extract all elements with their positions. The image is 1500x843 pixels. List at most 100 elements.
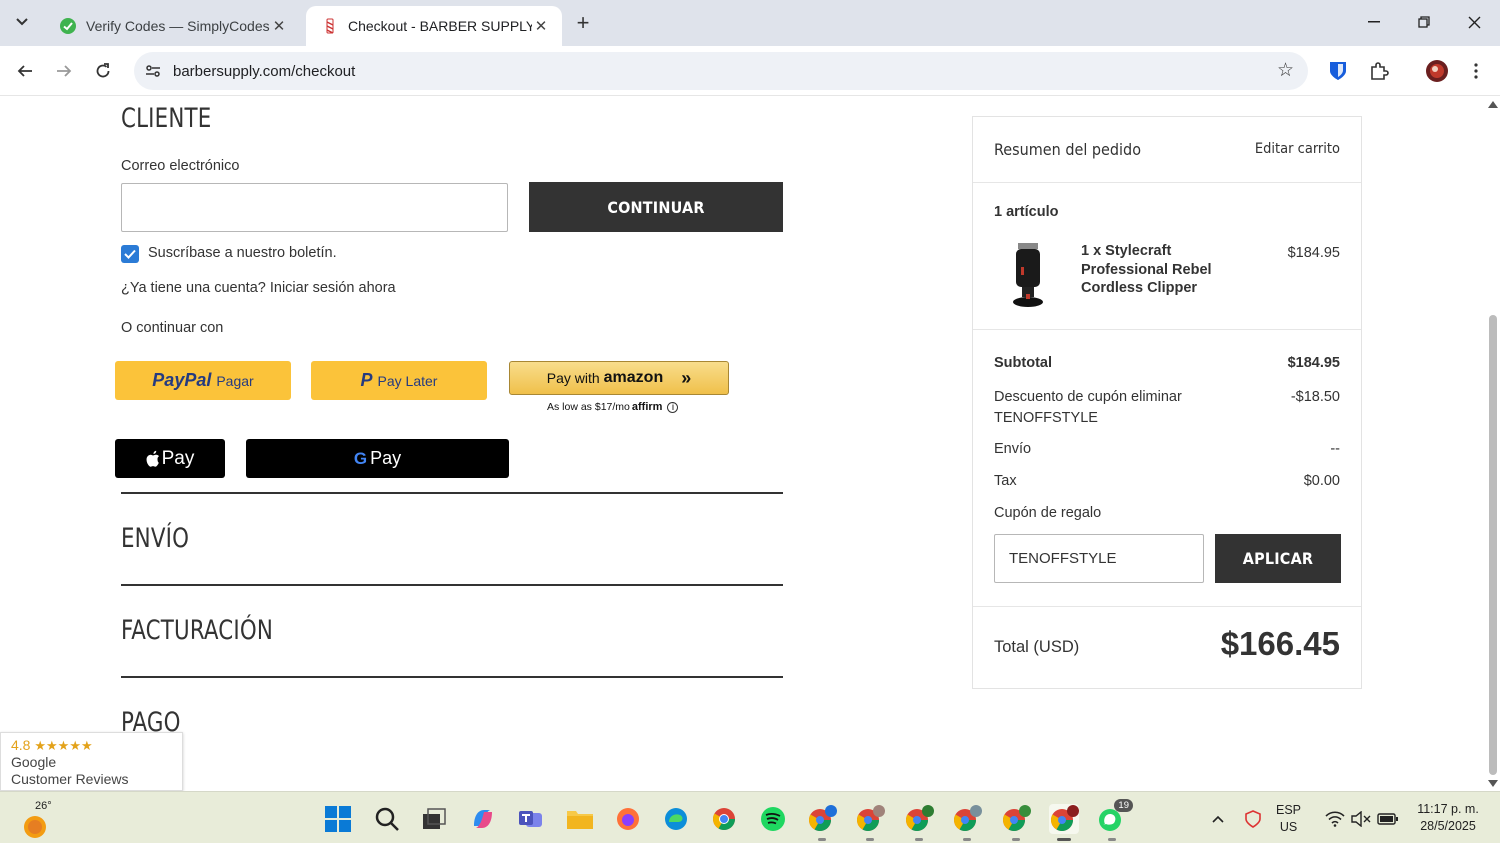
paylater-label: Pay Later [377, 372, 438, 389]
language-code: ESP [1276, 803, 1302, 817]
paypal-button[interactable]: PayPal Pagar [115, 361, 291, 400]
paylater-button[interactable]: P Pay Later [311, 361, 487, 400]
language-indicator[interactable]: ESP US [1276, 802, 1301, 836]
chrome-profile-3-icon[interactable] [904, 804, 934, 841]
apple-pay-button[interactable]: Pay [115, 439, 225, 478]
bitwarden-extension-icon[interactable] [1325, 58, 1351, 84]
discount-label[interactable]: Descuento de cupón eliminar [994, 387, 1340, 408]
item-name: 1 x Stylecraft Professional Rebel Cordle… [1081, 243, 1212, 296]
affirm-promo[interactable]: As low as $17/mo affirm i [547, 401, 679, 413]
battery-charging-icon[interactable] [1373, 804, 1403, 834]
volume-muted-icon[interactable] [1346, 804, 1376, 834]
extensions-puzzle-icon[interactable] [1366, 58, 1392, 84]
chevron-down-icon [16, 18, 28, 26]
paypal-p-icon: P [360, 370, 373, 390]
close-window-button[interactable] [1456, 8, 1492, 36]
amazon-logo: amazon [603, 369, 664, 386]
chrome-profile-k-icon[interactable] [952, 804, 982, 841]
firefox-icon[interactable] [613, 804, 643, 834]
show-hidden-icons-chevron-up-icon[interactable] [1203, 804, 1233, 834]
restore-icon [1418, 16, 1430, 28]
scroll-thumb[interactable] [1489, 315, 1497, 775]
scroll-up-arrow-icon[interactable] [1488, 101, 1498, 108]
site-settings-icon[interactable] [144, 62, 162, 80]
subtotal-value: $184.95 [1287, 355, 1340, 371]
page-scrollbar[interactable] [1486, 97, 1500, 791]
close-tab-icon[interactable]: ✕ [270, 17, 288, 35]
file-explorer-icon[interactable] [565, 804, 595, 834]
new-tab-button[interactable]: + [570, 10, 596, 36]
search-icon[interactable] [372, 804, 402, 834]
email-input[interactable] [121, 183, 508, 232]
copilot-icon[interactable] [468, 804, 498, 834]
running-indicator [1108, 838, 1116, 841]
discount-code: TENOFFSTYLE [994, 410, 1098, 426]
running-indicator [818, 838, 826, 841]
minimize-button[interactable] [1356, 8, 1392, 36]
double-chevron-right-icon: » [681, 367, 692, 388]
google-pay-button[interactable]: G Pay [246, 439, 509, 478]
billing-heading[interactable]: FACTURACIÓN [121, 615, 273, 646]
reload-button[interactable] [88, 56, 118, 86]
edge-icon[interactable] [661, 804, 691, 834]
active-indicator [1057, 838, 1071, 841]
running-indicator [866, 838, 874, 841]
newsletter-label[interactable]: Suscríbase a nuestro boletín. [148, 245, 337, 261]
forward-button[interactable] [49, 56, 79, 86]
shipping-value: -- [1330, 441, 1340, 457]
task-view-icon[interactable] [419, 804, 449, 834]
continue-button[interactable]: CONTINUAR [529, 182, 783, 232]
tab-checkout[interactable]: Checkout - BARBER SUPPLY ✕ [306, 6, 562, 46]
vpn-shield-tray-icon[interactable] [1238, 804, 1268, 834]
weather-temp: 26° [35, 800, 52, 812]
gift-coupon-input[interactable] [994, 534, 1204, 583]
minimize-icon [1368, 21, 1380, 23]
chrome-icon[interactable] [709, 804, 739, 834]
tab-search-button[interactable] [8, 8, 36, 36]
paypal-logo: PayPal [152, 370, 212, 390]
windows-taskbar: 26° 19 ESP US 11:17 p. m. 28/5/2025 [0, 791, 1500, 843]
google-rating-value: 4.8 [11, 737, 31, 753]
amazon-pay-button[interactable]: Pay with amazon » [509, 361, 729, 395]
chrome-profile-2-icon[interactable] [855, 804, 885, 841]
chrome-profile-p-icon[interactable] [1001, 804, 1031, 841]
whatsapp-icon[interactable]: 19 [1097, 799, 1133, 841]
reload-icon [96, 63, 110, 78]
newsletter-checkbox[interactable] [121, 245, 139, 263]
spotify-icon[interactable] [758, 804, 788, 834]
email-label: Correo electrónico [121, 158, 240, 174]
login-prompt-link[interactable]: ¿Ya tiene una cuenta? Iniciar sesión aho… [121, 280, 396, 296]
start-windows-icon[interactable] [323, 804, 353, 834]
google-reviews-badge[interactable]: 4.8 ★★★★★ Google Customer Reviews [0, 732, 183, 791]
running-indicator [963, 838, 971, 841]
tab-simplycodes[interactable]: Verify Codes — SimplyCodes ✕ [44, 6, 300, 46]
customer-heading: CLIENTE [121, 103, 212, 134]
back-button[interactable] [10, 56, 40, 86]
bookmark-star-icon[interactable]: ☆ [1277, 61, 1294, 81]
shipping-heading[interactable]: ENVÍO [121, 523, 189, 554]
chrome-active-profile-icon[interactable] [1049, 804, 1079, 841]
clipper-product-image [1006, 241, 1050, 309]
restore-button[interactable] [1406, 8, 1442, 36]
teams-icon[interactable] [516, 804, 546, 834]
close-tab-icon[interactable]: ✕ [532, 17, 550, 35]
apply-coupon-button[interactable]: APLICAR [1215, 534, 1341, 583]
profile-avatar-icon[interactable] [1424, 58, 1450, 84]
notification-badge: 19 [1114, 799, 1133, 812]
edit-cart-link[interactable]: Editar carrito [1255, 141, 1340, 157]
chrome-profile-c-icon[interactable] [807, 804, 837, 841]
address-bar[interactable]: barbersupply.com/checkout ☆ [134, 52, 1308, 90]
amazon-pay-label: Pay with [546, 370, 600, 386]
clock[interactable]: 11:17 p. m. 28/5/2025 [1408, 801, 1488, 835]
info-icon[interactable]: i [667, 401, 679, 413]
tab-title: Verify Codes — SimplyCodes [86, 18, 270, 34]
gift-coupon-label: Cupón de regalo [994, 505, 1102, 521]
rating-stars: ★★★★★ [34, 738, 93, 753]
subtotal-label: Subtotal [994, 355, 1052, 371]
section-divider [121, 676, 783, 678]
browser-menu-icon[interactable] [1463, 58, 1489, 84]
affirm-logo: affirm [631, 401, 663, 413]
scroll-down-arrow-icon[interactable] [1488, 780, 1498, 787]
running-indicator [1012, 838, 1020, 841]
weather-widget[interactable]: 26° [20, 800, 60, 838]
